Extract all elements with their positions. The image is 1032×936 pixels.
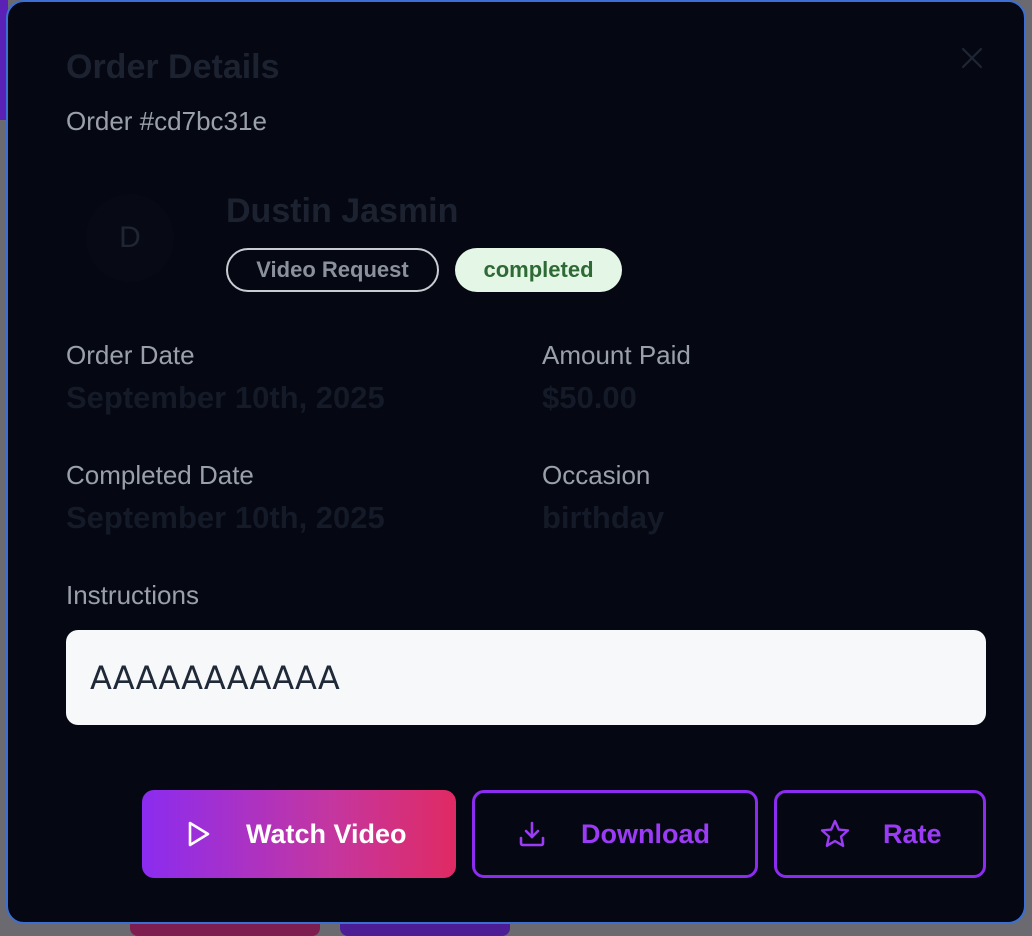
occasion-value: birthday	[542, 500, 665, 535]
customer-name: Dustin Jasmin	[226, 192, 459, 230]
status-badge: completed	[455, 248, 622, 292]
modal-title: Order Details	[66, 48, 280, 86]
download-button[interactable]: Download	[472, 790, 758, 878]
download-icon	[517, 819, 547, 849]
backdrop-button-sliver	[130, 924, 320, 936]
rate-button[interactable]: Rate	[774, 790, 986, 878]
download-label: Download	[581, 818, 710, 849]
instructions-text: AAAAAAAAAAA	[66, 630, 986, 725]
occasion-label: Occasion	[542, 460, 651, 490]
order-date-value: September 10th, 2025	[66, 380, 385, 415]
watch-video-label: Watch Video	[246, 818, 407, 849]
watch-video-button[interactable]: Watch Video	[142, 790, 456, 878]
play-icon	[184, 819, 212, 849]
avatar-initial: D	[119, 221, 141, 254]
close-button[interactable]	[958, 44, 986, 72]
order-details-modal: Order Details Order #cd7bc31e D Dustin J…	[6, 0, 1026, 924]
rate-label: Rate	[883, 818, 942, 849]
close-icon	[961, 47, 983, 69]
amount-paid-label: Amount Paid	[542, 340, 691, 370]
completed-date-value: September 10th, 2025	[66, 500, 385, 535]
amount-paid-value: $50.00	[542, 380, 637, 415]
request-type-badge: Video Request	[226, 248, 439, 292]
backdrop-button-sliver	[340, 924, 510, 936]
completed-date-label: Completed Date	[66, 460, 254, 490]
star-icon	[819, 818, 851, 850]
order-date-label: Order Date	[66, 340, 195, 370]
instructions-label: Instructions	[66, 580, 199, 610]
order-id: Order #cd7bc31e	[66, 106, 267, 136]
avatar: D	[86, 194, 174, 282]
